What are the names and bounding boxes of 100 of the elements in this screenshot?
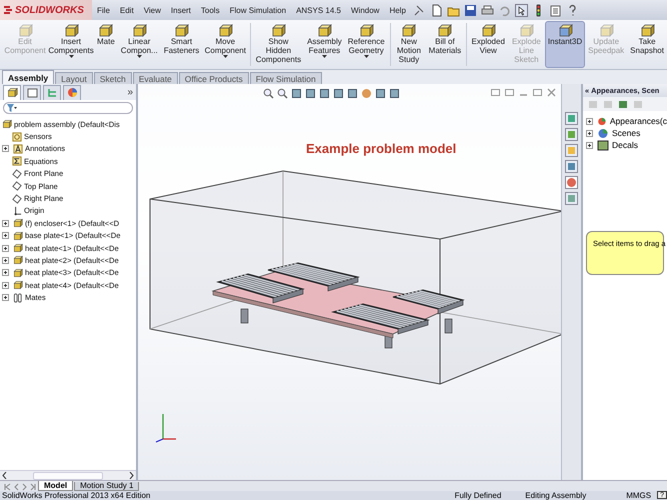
- ribbon-button[interactable]: Smart Fasteners: [160, 21, 202, 68]
- zoom-fit-icon[interactable]: [263, 88, 274, 99]
- status-text: Fully Defined: [454, 491, 502, 500]
- cube-icon: [218, 24, 233, 37]
- expand-icon[interactable]: [2, 232, 9, 240]
- tree-item[interactable]: Appearances(c: [610, 116, 667, 126]
- origin-icon: [12, 206, 22, 216]
- new-document-icon[interactable]: [430, 4, 443, 16]
- ribbon-button[interactable]: Insert Components: [48, 21, 94, 68]
- solidworks-logo: SOLIDWORKS: [0, 0, 92, 20]
- status-text: SolidWorks Professional 2013 x64 Edition: [2, 491, 150, 500]
- scroll-left-icon[interactable]: [2, 472, 7, 479]
- pin-icon[interactable]: [412, 4, 426, 16]
- options-icon[interactable]: [548, 4, 562, 16]
- menu-item[interactable]: Edit: [114, 6, 139, 14]
- menu-item[interactable]: Window: [346, 6, 384, 14]
- expand-icon[interactable]: [586, 130, 593, 136]
- menu-item[interactable]: Help: [384, 6, 411, 14]
- expand-icon[interactable]: [2, 282, 9, 289]
- command-tab[interactable]: Assembly: [2, 70, 54, 84]
- command-tab[interactable]: Layout: [55, 72, 93, 84]
- cube-icon: [132, 24, 147, 37]
- expand-icon[interactable]: [2, 269, 9, 276]
- tile-icon[interactable]: [490, 87, 501, 98]
- command-tab[interactable]: Flow Simulation: [250, 72, 322, 84]
- menu-item[interactable]: File: [92, 6, 115, 14]
- ribbon-button[interactable]: Assembly Features: [304, 21, 345, 68]
- menu-item[interactable]: Flow Simulation: [224, 6, 292, 14]
- tree-icon: [46, 87, 58, 98]
- cube-icon: [401, 24, 416, 37]
- expand-icon[interactable]: [2, 220, 9, 227]
- print-icon[interactable]: [480, 4, 494, 16]
- select-pointer-icon[interactable]: [514, 4, 528, 16]
- expand-icon[interactable]: [586, 142, 593, 148]
- part-icon: [13, 280, 23, 290]
- plane-icon: [12, 181, 22, 192]
- ribbon-button[interactable]: Linear Compon...: [118, 21, 161, 68]
- part-icon: [13, 230, 23, 241]
- command-tab[interactable]: Evaluate: [132, 72, 178, 84]
- cube-icon: [358, 24, 374, 37]
- properties-tab[interactable]: [23, 84, 41, 100]
- ribbon-button[interactable]: Move Component: [202, 21, 248, 68]
- expand-panel-button[interactable]: »: [127, 86, 133, 98]
- ribbon-button[interactable]: Exploded View: [468, 21, 508, 68]
- part-icon: [13, 255, 23, 266]
- ribbon-button[interactable]: New Motion Study: [392, 21, 426, 68]
- assembly-icon: [6, 87, 18, 98]
- model-tab[interactable]: Motion Study 1: [74, 482, 140, 491]
- expand-icon[interactable]: [2, 244, 9, 252]
- command-tab[interactable]: Sketch: [94, 72, 132, 84]
- restore-icon[interactable]: [532, 87, 543, 98]
- cube-icon: [598, 24, 614, 37]
- expand-icon[interactable]: [2, 256, 9, 264]
- tree-tab[interactable]: [3, 84, 21, 100]
- ribbon-button[interactable]: Show Hidden Components: [252, 21, 304, 68]
- filter-field[interactable]: [3, 102, 133, 114]
- save-icon[interactable]: [464, 4, 477, 16]
- scroll-right-icon[interactable]: [129, 472, 134, 479]
- cube-icon: [98, 24, 114, 37]
- expand-icon[interactable]: [2, 294, 9, 302]
- cube-icon: [480, 24, 496, 37]
- part-icon: [13, 218, 23, 228]
- assembly-icon: [2, 119, 12, 130]
- plane-icon: [12, 168, 22, 179]
- expand-icon[interactable]: [2, 145, 9, 152]
- menu-item[interactable]: Tools: [196, 6, 225, 14]
- cube-icon: [518, 24, 534, 37]
- menu-item[interactable]: Insert: [166, 6, 196, 14]
- ribbon-button[interactable]: Bill of Materials: [426, 21, 464, 68]
- cube-icon: [316, 24, 332, 37]
- cube-icon: [18, 24, 32, 37]
- axis-triad-icon: [156, 414, 176, 443]
- part-icon: [13, 243, 23, 254]
- cube-icon: [640, 24, 655, 37]
- status-text: Editing Assembly: [525, 491, 586, 500]
- cube-icon: [558, 24, 573, 37]
- zoom-area-icon[interactable]: [277, 88, 288, 99]
- cube-icon: [270, 24, 286, 37]
- part-icon: [13, 268, 23, 278]
- units-selector[interactable]: MMGS: [626, 491, 652, 500]
- display-tab[interactable]: [63, 84, 81, 100]
- command-tab[interactable]: Office Products: [178, 72, 249, 84]
- menu-item[interactable]: ANSYS 14.5: [291, 6, 346, 14]
- expand-icon[interactable]: [586, 118, 593, 124]
- tree-item[interactable]: Decals: [612, 140, 638, 150]
- split-icon[interactable]: [504, 87, 515, 98]
- model-tab[interactable]: Model: [38, 481, 74, 491]
- filter-icon: [7, 104, 17, 112]
- cube-icon: [64, 24, 78, 37]
- tree-item[interactable]: Scenes: [612, 128, 640, 138]
- paperclip-icon: [13, 292, 23, 303]
- close-icon[interactable]: [546, 87, 557, 98]
- horizontal-scrollbar[interactable]: [0, 470, 136, 480]
- menu-item[interactable]: View: [138, 6, 166, 14]
- ribbon-button[interactable]: Reference Geometry: [344, 21, 388, 68]
- ribbon-button[interactable]: Instant3D: [544, 21, 586, 68]
- sigma-icon: [12, 156, 22, 166]
- ribbon-button[interactable]: Mate: [94, 21, 118, 68]
- annotation-icon: [13, 144, 23, 154]
- ribbon-button[interactable]: Take Snapshot: [627, 21, 667, 68]
